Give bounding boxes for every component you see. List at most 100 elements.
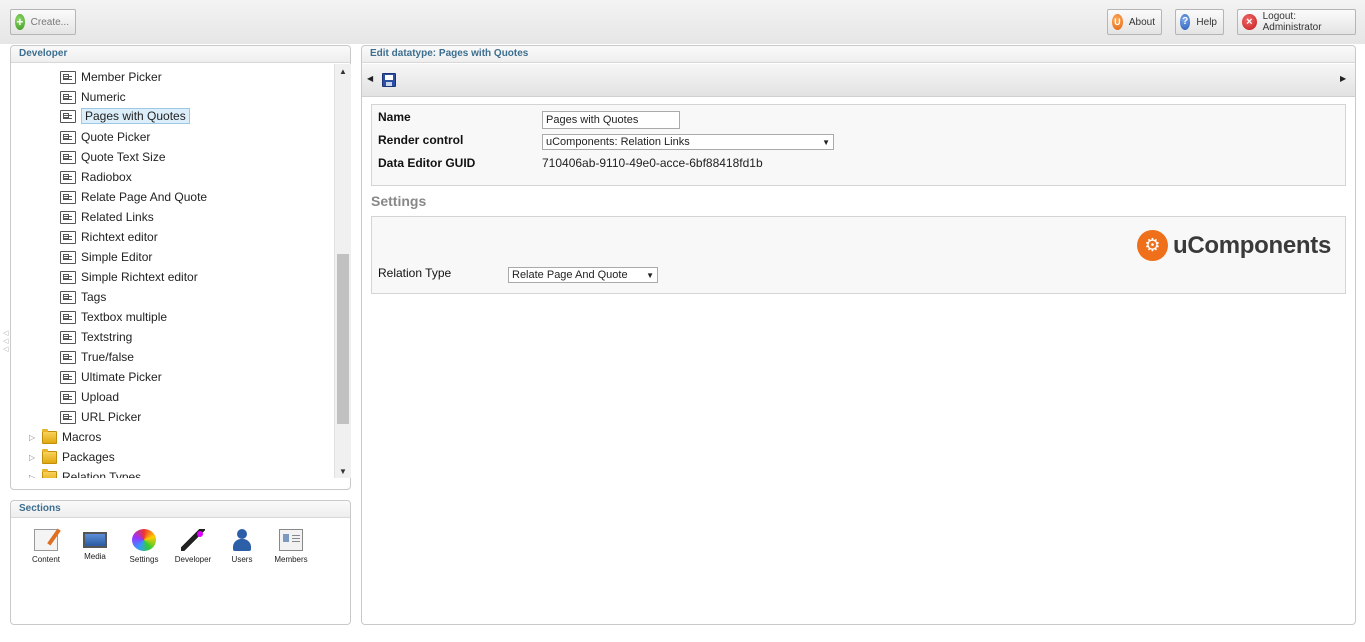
section-media[interactable]: Media [72, 529, 118, 561]
developer-wand-icon [181, 529, 205, 551]
scroll-down-icon[interactable]: ▼ [335, 464, 351, 478]
tree-view: Member Picker Numeric Pages with Quotes … [11, 64, 334, 478]
section-users[interactable]: Users [219, 529, 265, 564]
tree-folder-packages[interactable]: ▷ Packages [29, 448, 115, 466]
tree-item-upload[interactable]: Upload [60, 388, 119, 406]
users-icon [230, 529, 254, 551]
section-label: Content [31, 555, 61, 564]
tree-item-richtext-editor[interactable]: Richtext editor [60, 228, 158, 246]
datatype-icon [60, 370, 76, 384]
section-content[interactable]: Content [23, 529, 69, 564]
render-control-select[interactable]: uComponents: Relation Links ▼ [542, 134, 834, 150]
datatype-icon [60, 170, 76, 184]
tree-item-related-links[interactable]: Related Links [60, 208, 154, 226]
guid-label: Data Editor GUID [378, 156, 476, 170]
tree-item-url-picker[interactable]: URL Picker [60, 408, 141, 426]
developer-tree-panel: Developer Member Picker Numeric Pages wi… [10, 45, 351, 490]
tree-item-radiobox[interactable]: Radiobox [60, 168, 132, 186]
relation-type-label: Relation Type [378, 266, 452, 280]
datatype-icon [60, 290, 76, 304]
toolbar-scroll-right-icon[interactable]: ▶ [1340, 74, 1346, 83]
folder-icon [42, 448, 57, 464]
about-icon: U [1112, 14, 1123, 30]
tree-item-member-picker[interactable]: Member Picker [60, 68, 162, 86]
expand-arrow-icon[interactable]: ▷ [29, 453, 37, 462]
tree-folder-macros[interactable]: ▷ Macros [29, 428, 101, 446]
datatype-properties: Name Render control uComponents: Relatio… [371, 104, 1346, 186]
editor-panel: Edit datatype: Pages with Quotes ◀ ▶ Nam… [361, 45, 1356, 625]
save-icon[interactable] [382, 73, 396, 87]
render-control-label: Render control [378, 133, 464, 147]
members-icon [279, 529, 303, 551]
relation-type-select[interactable]: Relate Page And Quote ▼ [508, 267, 658, 283]
settings-heading: Settings [371, 193, 427, 209]
datatype-icon [60, 109, 76, 123]
logout-button-label: Logout: Administrator [1262, 11, 1322, 33]
datatype-icon [60, 410, 76, 424]
name-input[interactable] [542, 111, 680, 129]
tree-item-textbox-multiple[interactable]: Textbox multiple [60, 308, 167, 326]
tree-item-numeric[interactable]: Numeric [60, 88, 126, 106]
settings-icon [132, 529, 156, 551]
about-button-label: About [1128, 16, 1155, 28]
gears-icon: ⚙ [1136, 230, 1168, 261]
settings-box: ⚙ uComponents Relation Type Relate Page … [371, 216, 1346, 294]
folder-icon [42, 428, 57, 444]
section-settings[interactable]: Settings [121, 529, 167, 564]
sections-panel: Sections Content Media Settings Develope… [10, 500, 351, 625]
dropdown-arrow-icon: ▼ [646, 270, 654, 280]
tree-item-true-false[interactable]: True/false [60, 348, 134, 366]
editor-title: Edit datatype: Pages with Quotes [362, 46, 1355, 63]
tree-item-simple-richtext-editor[interactable]: Simple Richtext editor [60, 268, 198, 286]
create-button-label: Create... [30, 16, 69, 28]
datatype-icon [60, 70, 76, 84]
dropdown-arrow-icon: ▼ [822, 137, 830, 147]
datatype-icon [60, 270, 76, 284]
help-icon: ? [1180, 14, 1191, 30]
tree-item-tags[interactable]: Tags [60, 288, 106, 306]
tree-item-quote-text-size[interactable]: Quote Text Size [60, 148, 166, 166]
tree-panel-title: Developer [11, 46, 350, 63]
datatype-icon [60, 130, 76, 144]
create-button[interactable]: + Create... [10, 9, 76, 35]
datatype-icon [60, 150, 76, 164]
expand-arrow-icon[interactable]: ▷ [29, 433, 37, 442]
section-label: Users [231, 555, 253, 564]
section-label: Developer [174, 555, 212, 564]
tree-item-pages-with-quotes[interactable]: Pages with Quotes [60, 107, 190, 125]
tree-item-relate-page-and-quote[interactable]: Relate Page And Quote [60, 188, 207, 206]
datatype-icon [60, 330, 76, 344]
content-icon [34, 529, 58, 551]
datatype-icon [60, 350, 76, 364]
help-button[interactable]: ? Help [1175, 9, 1224, 35]
tree-item-simple-editor[interactable]: Simple Editor [60, 248, 152, 266]
tree-folder-relation-types[interactable]: ▷ Relation Types [29, 468, 141, 478]
guid-value: 710406ab-9110-49e0-acce-6bf88418fd1b [542, 156, 763, 170]
scroll-up-icon[interactable]: ▲ [335, 64, 351, 78]
section-label: Media [84, 552, 106, 561]
render-control-value: uComponents: Relation Links [546, 136, 690, 148]
logout-button[interactable]: × Logout: Administrator [1237, 9, 1356, 35]
selected-tree-label: Pages with Quotes [81, 108, 190, 124]
relation-type-value: Relate Page And Quote [512, 269, 628, 281]
expand-arrow-icon[interactable]: ▷ [29, 473, 37, 479]
top-toolbar: + Create... U About ? Help × Logout: Adm… [0, 0, 1365, 44]
scroll-thumb[interactable] [337, 254, 349, 424]
splitter-handle[interactable]: ◁ ◁ ◁ [3, 330, 9, 354]
toolbar-scroll-left-icon[interactable]: ◀ [367, 74, 373, 83]
section-label: Settings [129, 555, 159, 564]
datatype-icon [60, 390, 76, 404]
tree-item-quote-picker[interactable]: Quote Picker [60, 128, 150, 146]
help-button-label: Help [1196, 16, 1217, 28]
section-members[interactable]: Members [268, 529, 314, 564]
tree-scrollbar[interactable]: ▲ ▼ [334, 64, 351, 478]
datatype-icon [60, 190, 76, 204]
tree-item-textstring[interactable]: Textstring [60, 328, 132, 346]
about-button[interactable]: U About [1107, 9, 1162, 35]
tree-item-ultimate-picker[interactable]: Ultimate Picker [60, 368, 162, 386]
datatype-icon [60, 250, 76, 264]
media-icon [83, 532, 107, 548]
editor-toolbar: ◀ ▶ [362, 64, 1355, 97]
logo-text: uComponents [1172, 231, 1331, 259]
section-developer[interactable]: Developer [170, 529, 216, 564]
